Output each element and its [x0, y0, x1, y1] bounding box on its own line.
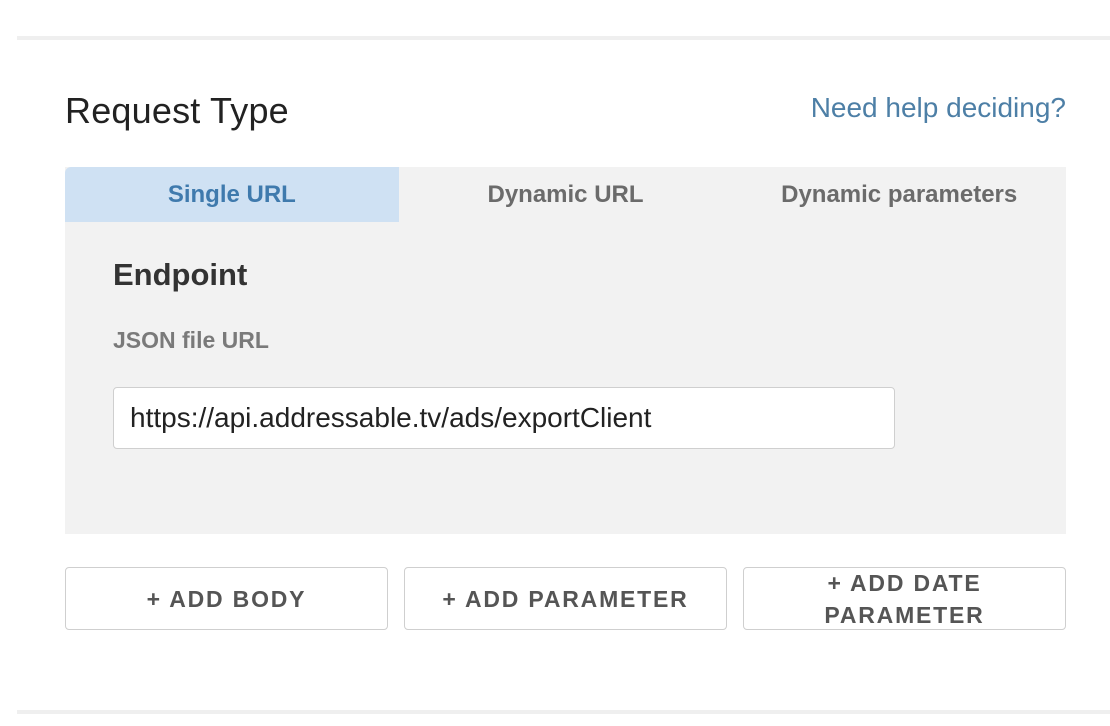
- tab-single-url[interactable]: Single URL: [65, 167, 399, 222]
- tab-dynamic-parameters[interactable]: Dynamic parameters: [732, 167, 1066, 222]
- json-file-url-input[interactable]: [113, 387, 895, 449]
- tab-dynamic-url[interactable]: Dynamic URL: [399, 167, 733, 222]
- json-file-url-label: JSON file URL: [113, 327, 269, 353]
- add-parameter-button[interactable]: + ADD PARAMETER: [404, 567, 727, 630]
- section-title: Request Type: [65, 90, 289, 131]
- bottom-divider: [17, 710, 1110, 714]
- request-type-panel: Single URL Dynamic URL Dynamic parameter…: [65, 167, 1066, 534]
- add-date-parameter-button[interactable]: + ADD DATE PARAMETER: [743, 567, 1066, 630]
- endpoint-heading: Endpoint: [113, 257, 248, 292]
- request-type-tabs: Single URL Dynamic URL Dynamic parameter…: [65, 167, 1066, 222]
- add-body-button[interactable]: + ADD BODY: [65, 567, 388, 630]
- request-type-page: Request Type Need help deciding? Single …: [0, 0, 1110, 726]
- help-link[interactable]: Need help deciding?: [811, 92, 1066, 124]
- top-divider: [17, 36, 1110, 40]
